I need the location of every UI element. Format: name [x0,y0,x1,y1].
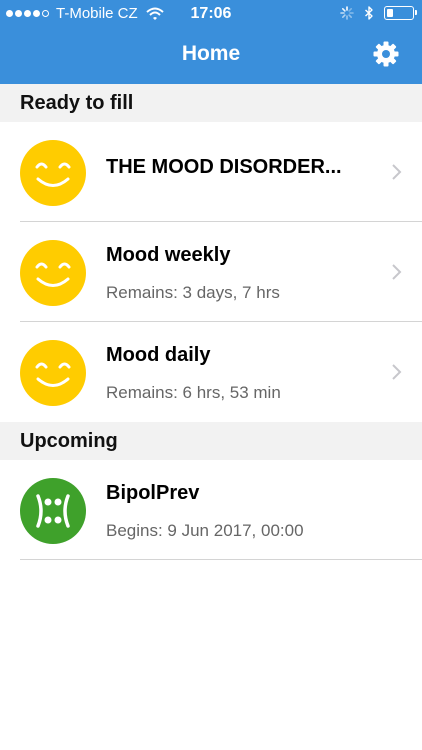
signal-dot [6,10,13,17]
signal-dot [24,10,31,17]
carrier-name: T-Mobile CZ [56,5,138,22]
list-item-mood-daily[interactable]: Mood daily Remains: 6 hrs, 53 min [0,322,422,422]
list-item-bipolprev[interactable]: BipolPrev Begins: 9 Jun 2017, 00:00 [0,460,422,560]
section-header-ready: Ready to fill [0,84,422,122]
item-title: Mood daily [106,344,211,366]
status-bar: T-Mobile CZ 17:06 [0,0,422,28]
battery-icon [384,6,417,20]
smiley-face-icon [20,240,86,306]
chevron-right-icon [392,264,402,280]
bluetooth-icon [365,6,373,20]
chevron-right-icon [392,364,402,380]
signal-dot [33,10,40,17]
item-title: THE MOOD DISORDER... [106,156,342,178]
list-item-mood-weekly[interactable]: Mood weekly Remains: 3 days, 7 hrs [0,222,422,322]
item-subtitle: Begins: 9 Jun 2017, 00:00 [106,521,304,540]
bipolar-face-icon [20,478,86,544]
battery-level [386,8,393,17]
item-subtitle: Remains: 3 days, 7 hrs [106,283,280,302]
signal-strength-icon [6,10,51,17]
status-left: T-Mobile CZ [6,5,164,22]
row-divider [20,559,422,560]
section-header-upcoming: Upcoming [0,422,422,460]
item-title: BipolPrev [106,482,200,504]
wifi-icon [146,7,164,20]
item-title: Mood weekly [106,244,231,266]
signal-dot [42,10,49,17]
activity-spinner-icon [340,6,354,20]
chevron-right-icon [392,164,402,180]
smiley-face-icon [20,140,86,206]
top-bar: T-Mobile CZ 17:06 Home [0,0,422,84]
status-right [340,6,417,20]
item-subtitle: Remains: 6 hrs, 53 min [106,383,281,402]
signal-dot [15,10,22,17]
smiley-face-icon [20,340,86,406]
gear-icon[interactable] [372,40,400,68]
page-title: Home [181,42,241,65]
list-item-mood-disorder[interactable]: THE MOOD DISORDER... [0,122,422,222]
